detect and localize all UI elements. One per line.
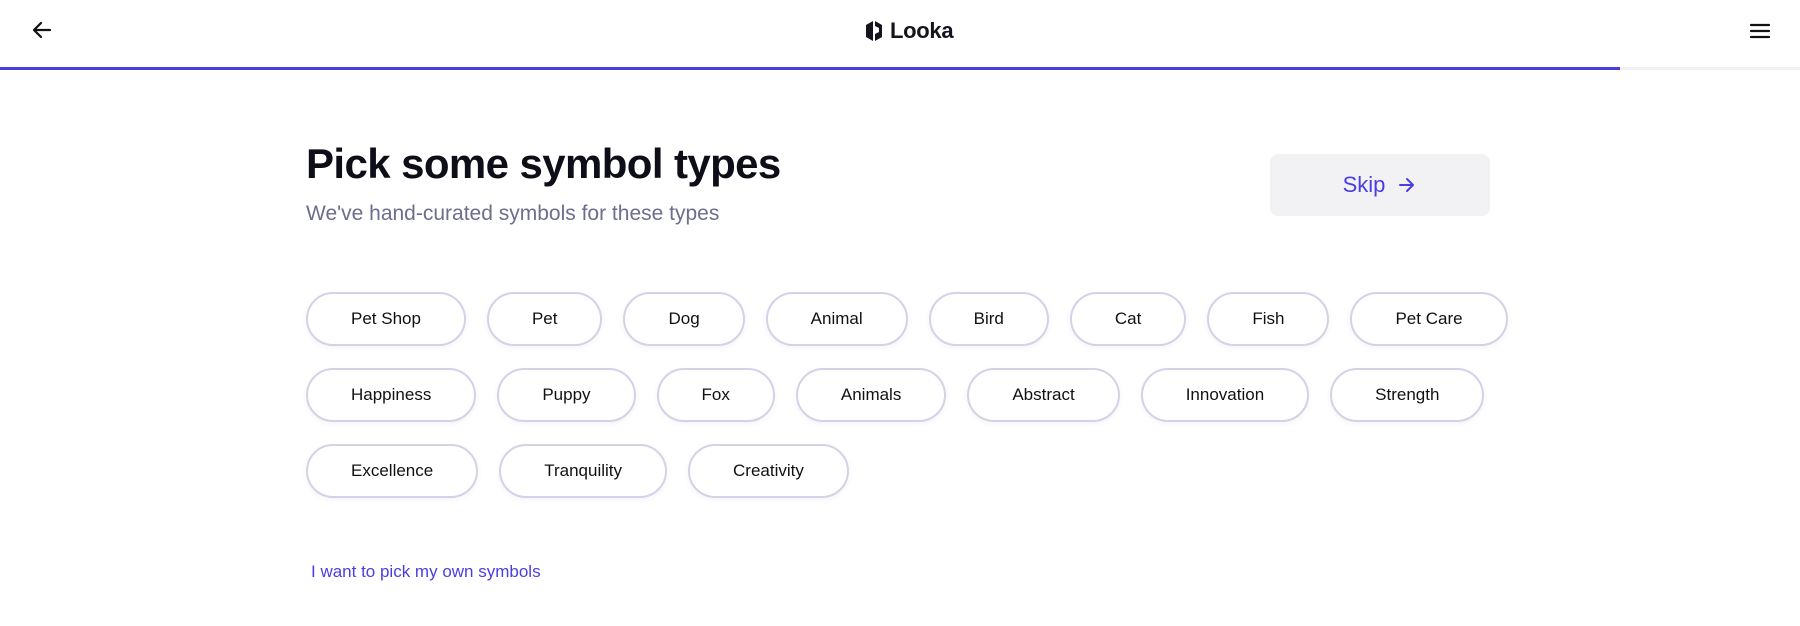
- page-title: Pick some symbol types: [306, 140, 781, 187]
- symbol-type-chip[interactable]: Excellence: [306, 444, 479, 498]
- hamburger-menu-icon: [1749, 23, 1771, 39]
- symbol-type-chip[interactable]: Tranquility: [499, 444, 668, 498]
- chip-row: Happiness Puppy Fox Animals Abstract Innovati…: [306, 368, 1506, 422]
- symbol-type-chip[interactable]: Animal: [765, 292, 908, 346]
- symbol-type-chip[interactable]: Puppy: [497, 368, 636, 422]
- symbol-type-chip[interactable]: Pet Care: [1350, 292, 1508, 346]
- skip-label: Skip: [1342, 172, 1386, 197]
- chip-row: Pet Shop Pet Dog Animal Bird Cat Fish Pet Care: [306, 292, 1508, 346]
- progress-bar-fill: [0, 67, 1620, 70]
- page-subtitle: We've hand-curated symbols for these typ…: [306, 202, 720, 225]
- arrow-right-icon: [1399, 178, 1415, 192]
- symbol-type-chip[interactable]: Happiness: [306, 368, 477, 422]
- brand-logo[interactable]: Looka: [864, 16, 954, 46]
- progress-bar: [0, 67, 1800, 70]
- chip-row: Excellence Tranquility Creativity: [306, 444, 1506, 498]
- symbol-type-chip[interactable]: Bird: [928, 292, 1049, 346]
- symbol-type-chip[interactable]: Abstract: [967, 368, 1120, 422]
- looka-logo-icon: [866, 21, 882, 41]
- symbol-type-chip[interactable]: Dog: [623, 292, 745, 346]
- top-bar: Looka: [0, 0, 1800, 70]
- arrow-left-icon: [32, 21, 52, 39]
- symbol-type-chip[interactable]: Innovation: [1140, 368, 1310, 422]
- symbol-type-chip[interactable]: Fox: [656, 368, 775, 422]
- symbol-type-chip[interactable]: Strength: [1330, 368, 1485, 422]
- symbol-type-chip[interactable]: Fish: [1207, 292, 1330, 346]
- symbol-type-chips: Pet Shop Pet Dog Animal Bird Cat Fish Pet Care H…: [306, 292, 1508, 520]
- symbol-type-chip[interactable]: Creativity: [688, 444, 849, 498]
- menu-button[interactable]: [1746, 17, 1774, 45]
- brand-name: Looka: [890, 18, 954, 43]
- symbol-type-chip[interactable]: Pet Shop: [306, 292, 466, 346]
- symbol-type-chip[interactable]: Pet: [486, 292, 603, 346]
- symbol-type-chip[interactable]: Cat: [1069, 292, 1187, 346]
- symbol-type-chip[interactable]: Animals: [795, 368, 947, 422]
- back-button[interactable]: [28, 16, 56, 44]
- skip-button[interactable]: Skip: [1270, 154, 1490, 216]
- pick-own-symbols-link[interactable]: I want to pick my own symbols: [311, 562, 541, 582]
